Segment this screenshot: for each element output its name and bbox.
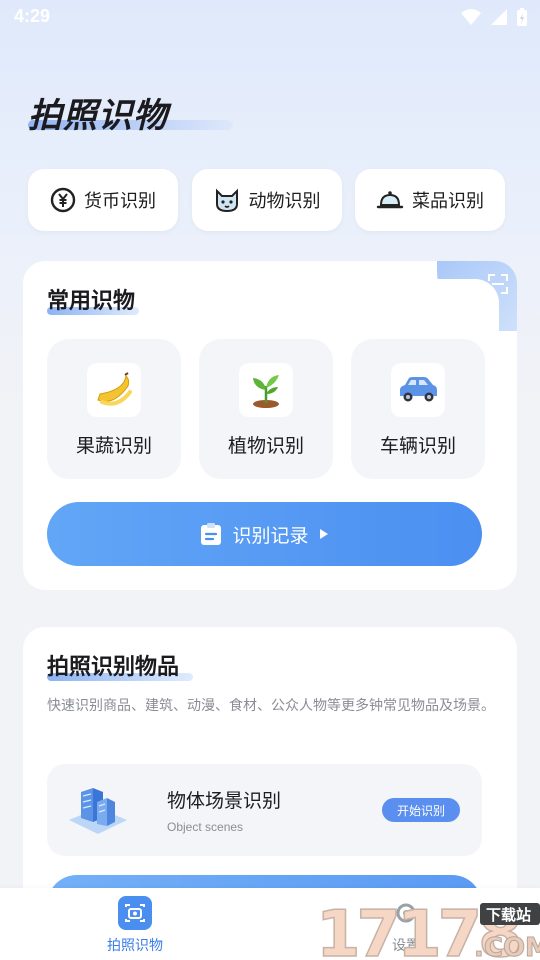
camera-icon	[118, 896, 152, 930]
quick-label: 菜品识别	[412, 191, 484, 212]
photo-section-title: 拍照识别物品	[47, 655, 180, 680]
page-title: 拍照识物	[28, 96, 168, 136]
svg-text:下载站: 下载站	[486, 906, 531, 924]
record-label: 识别记录	[232, 524, 309, 547]
vehicle-tile[interactable]: 车辆识别	[351, 339, 485, 479]
tile-label: 植物识别	[227, 435, 304, 457]
corner-mask	[429, 279, 499, 339]
nav-label-active: 拍照识物	[107, 938, 163, 954]
quick-actions: 货币识别 动物识别 菜品识别	[28, 169, 505, 231]
status-icons	[460, 7, 528, 27]
tile-label: 果蔬识别	[75, 435, 152, 457]
photo-recognition-card: 拍照识别物品 快速识别商品、建筑、动漫、食材、公众人物等更多钟常见物品及场景。 …	[23, 627, 517, 935]
currency-icon	[50, 187, 76, 213]
svg-text:.COM: .COM	[474, 933, 540, 960]
plant-tile[interactable]: 植物识别	[199, 339, 333, 479]
object-scene-item[interactable]: 物体场景识别 Object scenes 开始识别	[47, 764, 482, 856]
object-title: 物体场景识别	[167, 790, 282, 812]
play-arrow-icon	[319, 529, 328, 539]
signal-icon	[491, 9, 507, 25]
status-time: 4:29	[14, 6, 51, 26]
wifi-icon	[461, 9, 481, 25]
dish-cloche-icon	[376, 191, 404, 209]
fruit-veg-tile[interactable]: 果蔬识别	[47, 339, 181, 479]
quick-label: 货币识别	[84, 191, 156, 212]
animal-recognition-button[interactable]: 动物识别	[191, 169, 342, 231]
common-recognition-card: 常用识物 果蔬识别 植物识别 车辆识别 识别记录	[23, 261, 517, 590]
status-bar: 4:29	[0, 0, 540, 36]
start-recognition-button[interactable]: 开始识别	[382, 798, 460, 822]
car-icon	[391, 363, 445, 417]
plant-icon	[239, 363, 293, 417]
common-section-title: 常用识物	[47, 289, 136, 314]
photo-description: 快速识别商品、建筑、动漫、食材、公众人物等更多钟常见物品及场景。	[47, 698, 495, 714]
object-subtitle: Object scenes	[167, 820, 244, 834]
page-title-wrap: 拍照识物	[28, 88, 233, 137]
cat-icon	[215, 188, 238, 213]
currency-recognition-button[interactable]: 货币识别	[28, 169, 178, 231]
banana-icon	[87, 363, 141, 417]
buildings-icon	[69, 788, 127, 834]
watermark-logo: 17178 下载站 .COM	[315, 897, 540, 960]
tile-label: 车辆识别	[379, 435, 456, 457]
clipboard-icon	[201, 523, 222, 545]
quick-label: 动物识别	[248, 191, 321, 212]
nav-item-photo-recognition[interactable]: 拍照识物	[55, 888, 215, 960]
battery-icon	[517, 8, 527, 26]
dish-recognition-button[interactable]: 菜品识别	[355, 169, 505, 231]
recognition-history-button[interactable]: 识别记录	[47, 502, 482, 566]
